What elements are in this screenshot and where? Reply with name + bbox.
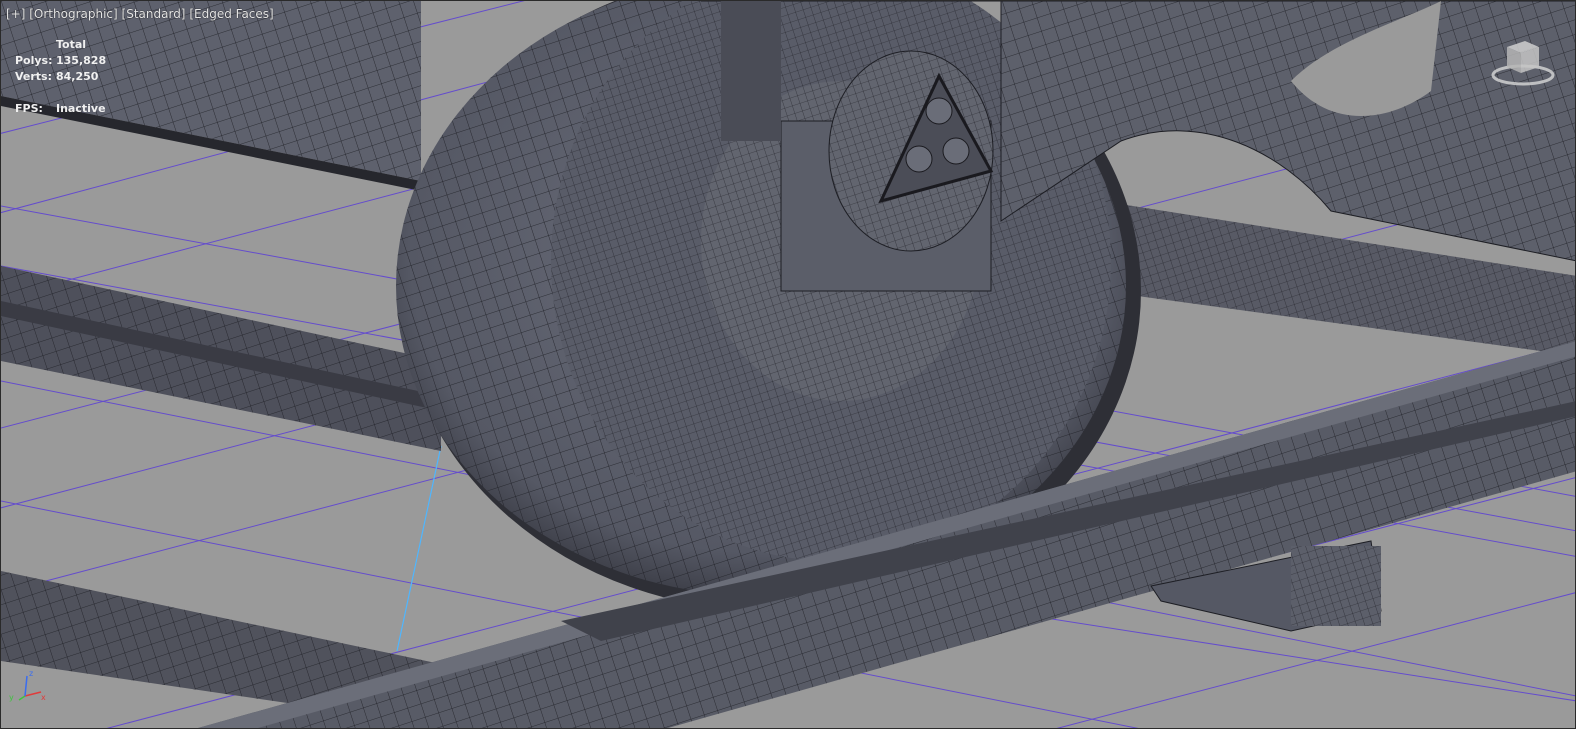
viewport-display-mode[interactable]: [Edged Faces] <box>189 7 273 21</box>
axis-y-label: y <box>9 693 14 702</box>
axis-z-label: z <box>29 669 33 678</box>
fps-value: Inactive <box>56 102 106 115</box>
axle-cylinder[interactable] <box>1 1 421 191</box>
viewcube-icon[interactable] <box>1485 35 1555 95</box>
viewport-scene[interactable] <box>1 1 1576 729</box>
axis-tripod-icon: x y z <box>9 669 46 702</box>
viewport-view-type[interactable]: [Orthographic] <box>29 7 117 21</box>
fps-label: FPS: <box>15 102 43 115</box>
viewport-menu-plus[interactable]: [+] <box>6 7 25 21</box>
3d-viewport[interactable]: [+] [Orthographic] [Standard] [Edged Fac… <box>0 0 1576 729</box>
grid-axis-line <box>396 445 442 652</box>
polys-label: Polys: <box>15 54 53 67</box>
viewport-label[interactable]: [+] [Orthographic] [Standard] [Edged Fac… <box>6 7 274 21</box>
axis-x-label: x <box>41 693 46 702</box>
stats-header: Total <box>56 38 87 51</box>
viewport-shading[interactable]: [Standard] <box>122 7 186 21</box>
verts-label: Verts: <box>15 70 53 83</box>
polys-value: 135,828 <box>56 54 107 67</box>
verts-value: 84,250 <box>56 70 99 83</box>
